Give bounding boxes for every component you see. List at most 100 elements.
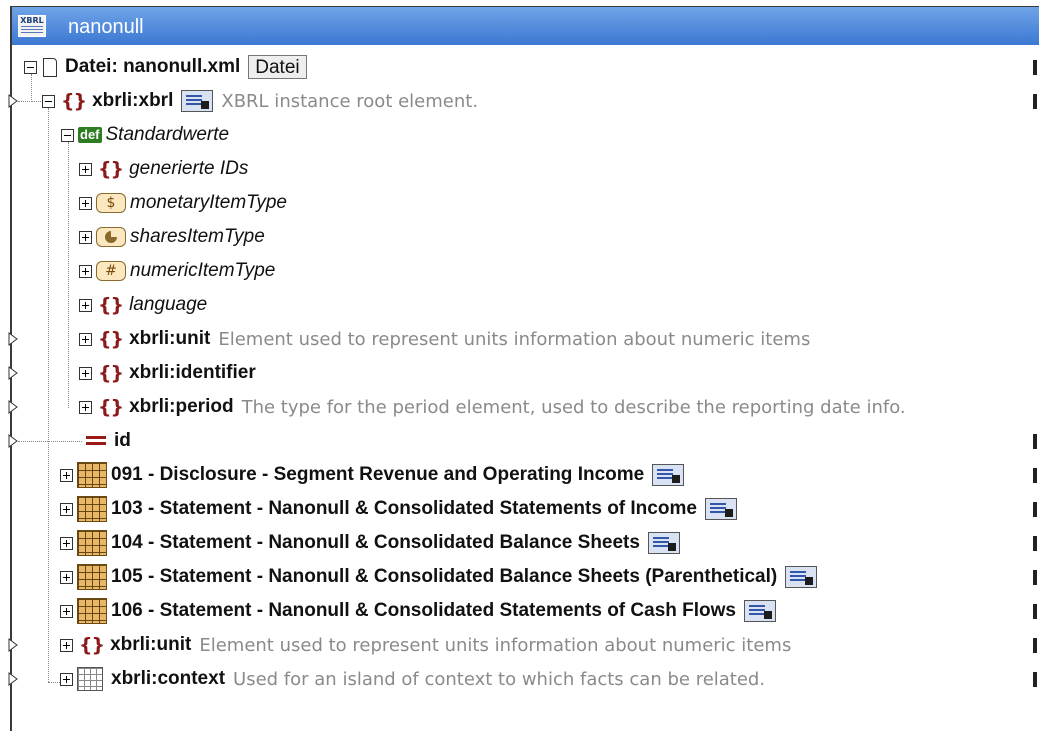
tree-node[interactable]: # numericItemType bbox=[79, 256, 275, 286]
expand-toggle[interactable] bbox=[79, 264, 92, 278]
tree-node[interactable]: xbrli:context Used for an island of cont… bbox=[60, 664, 765, 694]
input-port-icon[interactable] bbox=[8, 332, 18, 346]
node-label: language bbox=[129, 294, 208, 315]
tree-node[interactable]: $ monetaryItemType bbox=[79, 188, 287, 218]
expand-toggle[interactable] bbox=[60, 536, 73, 550]
expand-toggle[interactable] bbox=[60, 672, 73, 686]
output-connector[interactable] bbox=[1033, 60, 1037, 75]
node-label: xbrli:period bbox=[129, 396, 234, 417]
hypercube-node[interactable]: 091 - Disclosure - Segment Revenue and O… bbox=[60, 460, 685, 490]
output-connector[interactable] bbox=[1033, 502, 1037, 517]
table-icon bbox=[77, 462, 107, 488]
expand-toggle[interactable] bbox=[60, 604, 73, 618]
expand-toggle[interactable] bbox=[60, 570, 73, 584]
collapse-toggle[interactable] bbox=[42, 94, 55, 108]
annotation-icon[interactable] bbox=[647, 532, 680, 554]
tree-node[interactable]: {} language bbox=[79, 290, 207, 320]
output-connector[interactable] bbox=[1033, 638, 1037, 653]
annotation-icon[interactable] bbox=[785, 566, 818, 588]
pie-icon bbox=[96, 227, 126, 247]
table-icon bbox=[77, 564, 107, 590]
expand-toggle[interactable] bbox=[60, 468, 73, 482]
collapse-toggle[interactable] bbox=[24, 60, 37, 74]
input-port-icon[interactable] bbox=[8, 400, 18, 414]
annotation-icon[interactable] bbox=[181, 90, 214, 112]
tree-node[interactable]: {} xbrli:unit Element used to represent … bbox=[60, 630, 791, 660]
element-icon: {} bbox=[98, 294, 124, 316]
output-connector[interactable] bbox=[1033, 468, 1037, 483]
tree-node[interactable]: {} generierte IDs bbox=[79, 154, 248, 184]
dollar-icon: $ bbox=[96, 193, 126, 213]
tree-node[interactable]: {} xbrli:period The type for the period … bbox=[79, 392, 906, 422]
expand-toggle[interactable] bbox=[79, 400, 92, 414]
element-icon: {} bbox=[61, 90, 87, 112]
element-icon: {} bbox=[98, 362, 124, 384]
node-label: xbrli:unit bbox=[110, 634, 192, 655]
annotation-icon[interactable] bbox=[704, 498, 737, 520]
node-description: Element used to represent units informat… bbox=[199, 634, 792, 656]
tree-node[interactable]: {} xbrli:identifier bbox=[79, 358, 256, 388]
expand-toggle[interactable] bbox=[79, 366, 92, 380]
node-description: Element used to represent units informat… bbox=[218, 328, 811, 350]
node-description: Used for an island of context to which f… bbox=[233, 668, 766, 690]
input-port-icon[interactable] bbox=[8, 94, 18, 108]
input-port-icon[interactable] bbox=[8, 672, 18, 686]
tree-line bbox=[18, 101, 32, 102]
element-icon: {} bbox=[79, 634, 105, 656]
element-icon: {} bbox=[98, 158, 124, 180]
output-connector[interactable] bbox=[1033, 94, 1037, 109]
file-button[interactable]: Datei bbox=[248, 55, 307, 79]
tree-node[interactable]: {} xbrli:unit Element used to represent … bbox=[79, 324, 810, 354]
table-icon bbox=[77, 598, 107, 624]
output-connector[interactable] bbox=[1033, 604, 1037, 619]
expand-toggle[interactable] bbox=[79, 230, 92, 244]
table-icon bbox=[77, 530, 107, 556]
hypercube-node[interactable]: 103 - Statement - Nanonull & Consolidate… bbox=[60, 494, 737, 524]
node-label: xbrli:identifier bbox=[129, 362, 256, 383]
tree-line bbox=[18, 441, 82, 442]
annotation-icon[interactable] bbox=[652, 464, 685, 486]
xbrl-icon: XBRL bbox=[18, 15, 46, 37]
expand-toggle[interactable] bbox=[79, 298, 92, 312]
input-port-icon[interactable] bbox=[8, 366, 18, 380]
file-node[interactable]: Datei: nanonull.xml Datei bbox=[24, 52, 307, 82]
input-port-icon[interactable] bbox=[8, 434, 18, 448]
expand-toggle[interactable] bbox=[79, 196, 92, 210]
group-label: Standardwerte bbox=[105, 124, 230, 145]
hypercube-label: 106 - Statement - Nanonull & Consolidate… bbox=[111, 600, 736, 621]
expand-toggle[interactable] bbox=[79, 162, 92, 176]
element-icon: {} bbox=[98, 396, 124, 418]
expand-toggle[interactable] bbox=[79, 332, 92, 346]
collapse-toggle[interactable] bbox=[61, 128, 74, 142]
element-name: xbrli:xbrl bbox=[92, 90, 174, 111]
element-description: XBRL instance root element. bbox=[221, 90, 479, 112]
attribute-label: id bbox=[114, 430, 131, 451]
node-description: The type for the period element, used to… bbox=[241, 396, 906, 418]
defaults-group-node[interactable]: def Standardwerte bbox=[61, 120, 229, 150]
node-label: sharesItemType bbox=[130, 226, 265, 247]
output-connector[interactable] bbox=[1033, 570, 1037, 585]
annotation-icon[interactable] bbox=[743, 600, 776, 622]
hypercube-node[interactable]: 106 - Statement - Nanonull & Consolidate… bbox=[60, 596, 776, 626]
input-port-icon[interactable] bbox=[8, 638, 18, 652]
expand-toggle[interactable] bbox=[60, 502, 73, 516]
hypercube-node[interactable]: 104 - Statement - Nanonull & Consolidate… bbox=[60, 528, 680, 558]
hypercube-label: 103 - Statement - Nanonull & Consolidate… bbox=[111, 498, 697, 519]
hypercube-node[interactable]: 105 - Statement - Nanonull & Consolidate… bbox=[60, 562, 818, 592]
tree-line bbox=[48, 682, 60, 683]
expand-toggle[interactable] bbox=[60, 638, 73, 652]
attribute-icon bbox=[86, 435, 106, 447]
output-connector[interactable] bbox=[1033, 672, 1037, 687]
tree-node[interactable]: sharesItemType bbox=[79, 222, 265, 252]
tree-line bbox=[31, 101, 41, 102]
root-element-node[interactable]: {} xbrli:xbrl XBRL instance root element… bbox=[42, 86, 478, 116]
def-icon: def bbox=[78, 127, 102, 143]
document-icon bbox=[43, 57, 57, 77]
output-connector[interactable] bbox=[1033, 536, 1037, 551]
component-title-bar[interactable]: XBRL nanonull bbox=[12, 7, 1039, 45]
output-connector[interactable] bbox=[1033, 434, 1037, 449]
attribute-node[interactable]: id bbox=[86, 426, 131, 456]
hypercube-label: 091 - Disclosure - Segment Revenue and O… bbox=[111, 464, 645, 485]
table-icon bbox=[77, 496, 107, 522]
node-label: xbrli:unit bbox=[129, 328, 211, 349]
